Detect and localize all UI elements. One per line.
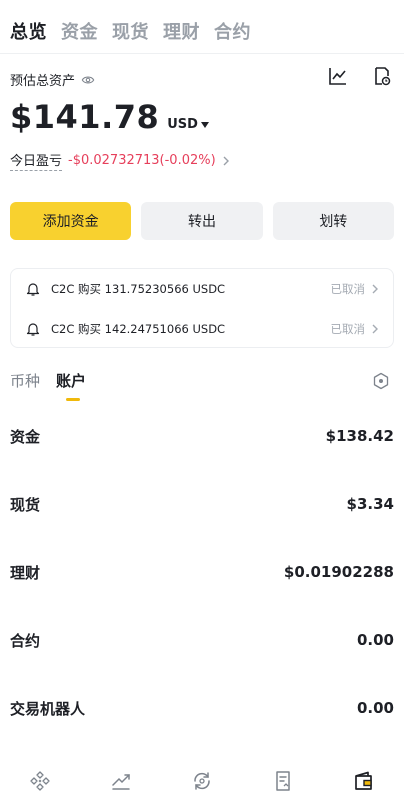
daily-pnl-row[interactable]: 今日盈亏 -$0.02732713(-0.02%) (10, 150, 230, 171)
balance-amount: $141.78 (10, 98, 160, 136)
list-item[interactable]: 现货 $3.34 (10, 470, 394, 538)
caret-down-icon (200, 121, 209, 128)
total-balance: $141.78 USD (10, 98, 209, 136)
chart-icon[interactable] (328, 66, 348, 86)
markets-chart-icon (112, 774, 130, 790)
account-name: 合约 (10, 631, 41, 650)
order-text: C2C 购买 142.24751066 USDC (51, 322, 226, 336)
account-list: 资金 $138.42 现货 $3.34 理财 $0.01902288 合约 0.… (10, 402, 394, 742)
account-name: 理财 (10, 563, 41, 582)
currency-selector[interactable]: USD (167, 117, 209, 132)
wallet-icon (354, 771, 372, 790)
order-status: 已取消 (331, 281, 380, 297)
list-item[interactable]: 合约 0.00 (10, 606, 394, 674)
orders-document-icon (276, 771, 290, 791)
nav-home[interactable] (28, 769, 52, 793)
estimated-assets-label: 预估总资产 (10, 74, 76, 89)
order-item[interactable]: C2C 购买 142.24751066 USDC 已取消 (25, 309, 379, 349)
nav-markets[interactable] (109, 769, 133, 793)
account-name: 现货 (10, 495, 41, 514)
tab-futures[interactable]: 合约 (214, 18, 251, 44)
trade-swap-icon (194, 772, 210, 790)
tab-by-coin[interactable]: 币种 (10, 370, 40, 399)
header-divider (0, 53, 404, 54)
account-value: 0.00 (356, 631, 394, 649)
top-right-icons (328, 66, 392, 86)
chevron-right-icon (223, 156, 229, 165)
transfer-button[interactable]: 划转 (272, 202, 394, 240)
home-diamond-icon (30, 771, 51, 791)
add-funds-button[interactable]: 添加资金 (10, 202, 132, 240)
account-name: 交易机器人 (10, 699, 86, 718)
list-item[interactable]: 理财 $0.01902288 (10, 538, 394, 606)
nav-trade[interactable] (190, 769, 214, 793)
asset-view-tabs: 币种 账户 (10, 370, 86, 401)
bell-icon (26, 323, 40, 336)
top-tabs: 总览 资金 现货 理财 合约 (10, 18, 251, 44)
tab-funding[interactable]: 资金 (61, 18, 98, 44)
order-text: C2C 购买 131.75230566 USDC (51, 282, 226, 296)
chevron-right-icon (372, 284, 378, 294)
order-notifications: C2C 购买 131.75230566 USDC 已取消 C2C 购买 142.… (10, 268, 394, 348)
pnl-label: 今日盈亏 (10, 150, 63, 171)
chevron-right-icon (372, 324, 378, 334)
list-item[interactable]: 交易机器人 0.00 (10, 674, 394, 742)
currency-label: USD (167, 117, 198, 132)
account-value: $138.42 (325, 427, 394, 445)
order-status-label: 已取消 (330, 322, 366, 336)
withdraw-button[interactable]: 转出 (141, 202, 263, 240)
history-record-icon[interactable] (372, 66, 392, 86)
account-name: 资金 (10, 427, 41, 446)
pnl-value: -$0.02732713(-0.02%) (68, 153, 216, 168)
list-item[interactable]: 资金 $138.42 (10, 402, 394, 470)
order-item[interactable]: C2C 购买 131.75230566 USDC 已取消 (25, 269, 379, 309)
order-status-label: 已取消 (330, 282, 366, 296)
account-value: 0.00 (356, 699, 394, 717)
bell-icon (26, 283, 40, 296)
order-status: 已取消 (331, 321, 380, 337)
nav-orders[interactable] (271, 769, 295, 793)
hexagon-settings-icon[interactable] (372, 372, 390, 390)
bottom-nav (0, 762, 404, 800)
account-value: $3.34 (346, 495, 394, 513)
tab-earn[interactable]: 理财 (163, 18, 200, 44)
estimated-assets-row: 预估总资产 (10, 70, 95, 89)
eye-icon[interactable] (81, 73, 95, 87)
account-value: $0.01902288 (283, 563, 394, 581)
action-buttons: 添加资金 转出 划转 (10, 202, 394, 240)
tab-overview[interactable]: 总览 (10, 18, 47, 44)
nav-wallet[interactable] (352, 769, 376, 793)
tab-spot[interactable]: 现货 (112, 18, 149, 44)
tab-by-account[interactable]: 账户 (56, 370, 86, 401)
